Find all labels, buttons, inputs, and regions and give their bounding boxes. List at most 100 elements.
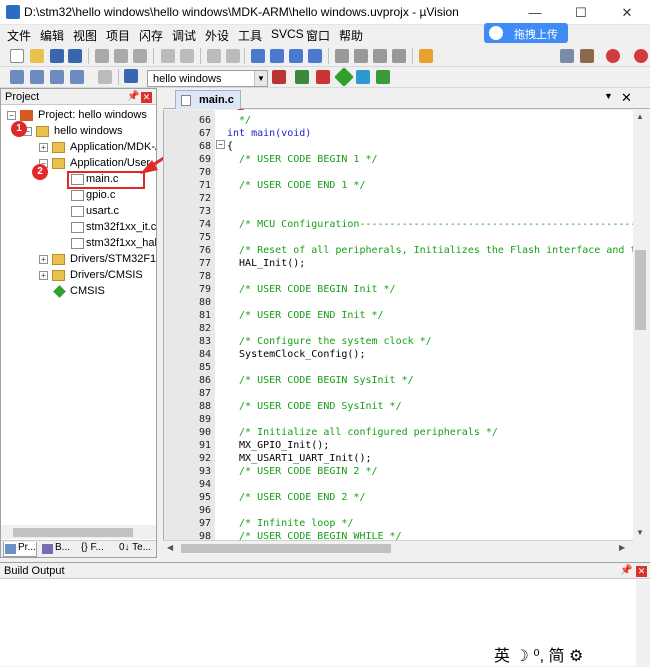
prev-bookmark-icon[interactable] xyxy=(270,49,284,63)
tab-templates[interactable]: 0↓ Te... xyxy=(117,542,155,557)
scroll-up-icon[interactable]: ▲ xyxy=(636,112,644,121)
editor-dropdown-icon[interactable]: ▼ xyxy=(604,91,613,101)
nav-back-icon[interactable] xyxy=(207,49,221,63)
nav-forward-icon[interactable] xyxy=(226,49,240,63)
tree-item-hal-msp-c[interactable]: stm32f1xx_hal_msp.c xyxy=(71,236,156,252)
scrollbar-thumb[interactable] xyxy=(181,544,391,553)
bookmark-icon[interactable] xyxy=(251,49,265,63)
menu-help[interactable]: 帮助 xyxy=(339,27,363,44)
close-button[interactable]: ✕ xyxy=(604,0,650,25)
stop-build-icon[interactable] xyxy=(98,70,112,84)
minimize-button[interactable]: — xyxy=(512,0,558,25)
redo-icon[interactable] xyxy=(180,49,194,63)
build-output-scrollbar[interactable] xyxy=(636,580,650,667)
target-options-icon[interactable] xyxy=(272,70,286,84)
menu-view[interactable]: 视图 xyxy=(73,27,97,44)
paste-icon[interactable] xyxy=(133,49,147,63)
cloud-upload-button[interactable]: 拖拽上传 xyxy=(484,23,568,43)
tab-functions[interactable]: {} F... xyxy=(79,542,113,557)
undo-icon[interactable] xyxy=(161,49,175,63)
editor-close-icon[interactable]: ✕ xyxy=(621,90,632,106)
editor-horizontal-scrollbar[interactable]: ◀ ▶ xyxy=(163,540,633,556)
tab-label: B... xyxy=(55,542,71,553)
menu-debug[interactable]: 调试 xyxy=(172,27,196,44)
tree-item-group-mdk-arm[interactable]: + Application/MDK-ARM xyxy=(39,140,156,156)
translate-icon[interactable] xyxy=(10,70,24,84)
find-in-files-icon[interactable] xyxy=(419,49,433,63)
code-line: 74 /* MCU Configuration-----------------… xyxy=(164,218,633,231)
scrollbar-thumb[interactable] xyxy=(13,528,133,537)
menu-svcs[interactable]: SVCS xyxy=(271,27,304,41)
build-output-close-icon[interactable]: ✕ xyxy=(636,566,647,577)
save-icon[interactable] xyxy=(50,49,64,63)
cut-icon[interactable] xyxy=(95,49,109,63)
expand-icon[interactable]: + xyxy=(39,255,48,264)
code-line: 90 /* Initialize all configured peripher… xyxy=(164,426,633,439)
build-icon[interactable] xyxy=(30,70,44,84)
uncomment-icon[interactable] xyxy=(392,49,406,63)
code-text: /* USER CODE BEGIN SysInit */ xyxy=(227,375,414,386)
code-line: 80 xyxy=(164,296,633,309)
scroll-down-icon[interactable]: ▼ xyxy=(636,528,644,537)
expand-icon[interactable]: + xyxy=(39,143,48,152)
next-bookmark-icon[interactable] xyxy=(289,49,303,63)
tools-icon[interactable] xyxy=(580,49,594,63)
menu-file[interactable]: 文件 xyxy=(7,27,31,44)
configure-icon[interactable] xyxy=(560,49,574,63)
code-text: { xyxy=(227,141,234,152)
code-text: /* Infinite loop */ xyxy=(227,518,354,529)
c-file-icon xyxy=(71,206,84,217)
step-badge-1: 1 xyxy=(11,121,27,137)
tab-project[interactable]: Pr... xyxy=(3,542,37,557)
editor-vertical-scrollbar[interactable]: ▲ ▼ xyxy=(633,110,650,540)
select-packs-icon[interactable] xyxy=(376,70,390,84)
line-number: 77 xyxy=(198,258,211,269)
comment-icon[interactable] xyxy=(373,49,387,63)
rebuild-icon[interactable] xyxy=(50,70,64,84)
line-number: 97 xyxy=(198,518,211,529)
maximize-button[interactable]: ☐ xyxy=(558,0,604,25)
menu-edit[interactable]: 编辑 xyxy=(40,27,64,44)
debug-session-icon[interactable] xyxy=(606,49,620,63)
code-text: /* USER CODE BEGIN 2 */ xyxy=(227,466,378,477)
target-select[interactable]: hello windows ▼ xyxy=(147,70,268,87)
tree-item-group-user[interactable]: − Application/User xyxy=(39,156,156,172)
menu-project[interactable]: 项目 xyxy=(106,27,130,44)
scroll-right-icon[interactable]: ▶ xyxy=(619,543,625,552)
breakpoint-icon[interactable] xyxy=(634,49,648,63)
new-file-icon[interactable] xyxy=(10,49,24,63)
file-extensions-icon[interactable] xyxy=(295,70,309,84)
unindent-icon[interactable] xyxy=(354,49,368,63)
ime-status-bar[interactable]: 英 ☽ ⁰, 简 ⚙ xyxy=(494,642,583,666)
pin-icon[interactable]: 📌 xyxy=(127,91,139,102)
expand-icon[interactable]: + xyxy=(39,271,48,280)
open-file-icon[interactable] xyxy=(30,49,44,63)
pack-installer-icon[interactable] xyxy=(356,70,370,84)
line-number: 69 xyxy=(198,154,211,165)
code-line: 78 xyxy=(164,270,633,283)
pin-icon[interactable]: 📌 xyxy=(620,565,632,576)
collapse-icon[interactable]: − xyxy=(7,111,16,120)
tree-item-group-hal-driver[interactable]: + Drivers/STM32F1xx_HAL_Driver xyxy=(39,252,156,268)
scrollbar-thumb[interactable] xyxy=(635,250,646,330)
save-all-icon[interactable] xyxy=(68,49,82,63)
indent-icon[interactable] xyxy=(335,49,349,63)
code-text: HAL_Init(); xyxy=(227,258,306,269)
tab-main-c[interactable]: main.c xyxy=(175,90,241,109)
folder-icon xyxy=(52,254,65,265)
code-editor[interactable]: − 66 */67 int main(void) 68{69 /* USER COD… xyxy=(163,110,633,540)
menu-peripherals[interactable]: 外设 xyxy=(205,27,229,44)
menu-tools[interactable]: 工具 xyxy=(238,27,262,44)
batch-build-icon[interactable] xyxy=(70,70,84,84)
manage-components-icon[interactable] xyxy=(316,70,330,84)
tab-books[interactable]: B... xyxy=(41,542,75,557)
clear-bookmarks-icon[interactable] xyxy=(308,49,322,63)
menu-flash[interactable]: 闪存 xyxy=(139,27,163,44)
project-horizontal-scrollbar[interactable] xyxy=(1,525,156,539)
download-load-icon[interactable] xyxy=(124,69,138,83)
scroll-left-icon[interactable]: ◀ xyxy=(167,543,173,552)
menu-window[interactable]: 窗口 xyxy=(306,27,330,44)
line-number: 70 xyxy=(198,167,211,178)
copy-icon[interactable] xyxy=(114,49,128,63)
step-badge-2: 2 xyxy=(32,164,48,180)
